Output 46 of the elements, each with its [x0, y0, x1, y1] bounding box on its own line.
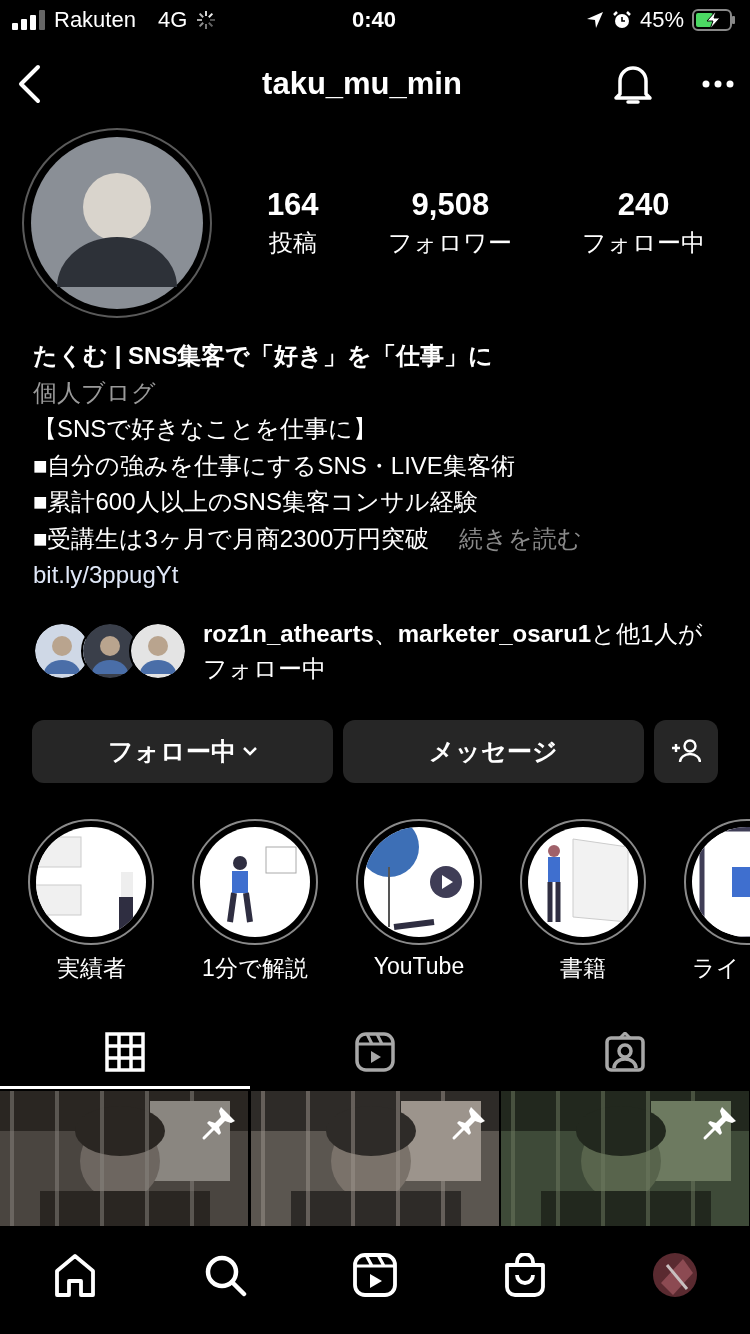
network-type: 4G — [157, 7, 188, 33]
profile-username: taku_mu_min — [261, 66, 463, 102]
stat-label[interactable]: 投稿 — [268, 227, 317, 259]
grid-icon — [105, 1031, 145, 1072]
profile-link[interactable]: bit.ly/3ppugYt — [33, 557, 179, 594]
stat-count[interactable]: 164 — [266, 187, 319, 223]
reels-icon[interactable] — [353, 1253, 397, 1297]
alarm-clock-icon — [611, 10, 632, 30]
stat-count[interactable]: 240 — [617, 187, 670, 223]
signal-icon — [12, 10, 46, 30]
highlight-label[interactable]: ライ — [692, 952, 740, 984]
clock-time: 0:40 — [352, 7, 397, 33]
message-button[interactable]: メッセージ — [343, 719, 644, 783]
add-person-button[interactable] — [654, 719, 718, 783]
highlight-label[interactable]: YouTube — [373, 952, 465, 980]
location-arrow-icon — [585, 11, 604, 29]
profile-avatar-icon[interactable] — [653, 1253, 697, 1297]
read-more-link[interactable]: 続きを読む — [459, 524, 583, 552]
battery-charging-icon — [692, 9, 736, 31]
chevron-down-icon — [241, 746, 258, 756]
battery-percent: 45% — [639, 7, 684, 33]
highlight-label[interactable]: 1分で解説 — [202, 952, 308, 984]
loading-spinner-icon — [195, 9, 218, 31]
shopping-bag-icon[interactable] — [503, 1253, 547, 1297]
tagged-person-icon — [605, 1031, 645, 1072]
stat-label[interactable]: フォロー中 — [582, 227, 706, 259]
highlight-label[interactable]: 書籍 — [560, 952, 606, 984]
carrier-name: Rakuten — [54, 7, 136, 33]
back-icon[interactable] — [16, 64, 42, 104]
more-options-icon[interactable] — [702, 80, 734, 88]
reels-icon — [355, 1031, 395, 1072]
profile-name: たくむ | SNS集客で「好き」を「仕事」に — [33, 341, 495, 371]
stat-label[interactable]: フォロワー — [388, 227, 513, 259]
category-label: 個人ブログ — [33, 377, 157, 408]
stat-count[interactable]: 9,508 — [411, 187, 490, 223]
avatar — [129, 621, 187, 680]
highlight-label[interactable]: 実績者 — [56, 952, 126, 984]
home-icon[interactable] — [53, 1253, 97, 1297]
following-button[interactable]: フォロー中 — [32, 719, 333, 783]
bio-text: ■累計600人以上のSNS集客コンサル経験 — [33, 488, 478, 515]
bio-text: 【SNSで好きなことを仕事に】 — [33, 415, 378, 442]
add-person-icon — [671, 739, 701, 763]
bio-text: ■自分の強みを仕事にするSNS・LIVE集客術 — [33, 451, 515, 479]
bio-text: ■受講生は3ヶ月で月商2300万円突破 — [33, 524, 430, 552]
search-icon[interactable] — [203, 1253, 247, 1297]
followed-by-text[interactable]: roz1n_athearts、marketer_osaru1と他1人がフォロー中 — [203, 615, 717, 686]
